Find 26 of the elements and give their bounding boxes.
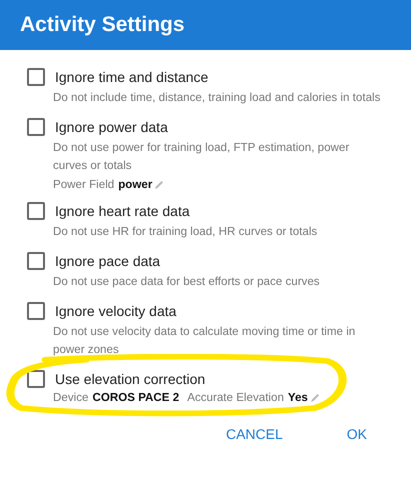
dialog-button[interactable]: OK — [344, 424, 369, 444]
option-label: Ignore heart rate data — [55, 203, 190, 219]
field-label: Power Field — [53, 178, 114, 191]
checkbox[interactable] — [27, 68, 45, 86]
field-value: Yes — [288, 391, 308, 404]
dialog-title: Activity Settings — [20, 13, 185, 37]
option-label: Ignore pace data — [55, 253, 160, 269]
option-description: Do not include time, distance, training load and calories in totals — [53, 90, 382, 106]
option-description: Do not use power for training load, FTP estimation, power curves or totals — [53, 140, 350, 174]
option-label: Ignore power data — [55, 119, 168, 135]
checkbox[interactable] — [27, 252, 45, 270]
field-value: power — [118, 178, 152, 191]
option-label: Ignore velocity data — [55, 303, 176, 319]
option-label: Use elevation correction — [55, 371, 206, 387]
checkbox[interactable] — [27, 118, 45, 136]
option-description: Do not use velocity data to calculate moving time or time in power zones — [53, 324, 356, 358]
field-label: Device — [53, 391, 88, 404]
option-label: Ignore time and distance — [55, 69, 208, 85]
checkbox[interactable] — [27, 370, 45, 388]
checkbox[interactable] — [27, 202, 45, 220]
option-description: Do not use HR for training load, HR curves or totals — [53, 224, 318, 240]
field-value: COROS PACE 2 — [92, 391, 180, 404]
option-description: Do not use pace data for best efforts or pace curves — [53, 274, 321, 290]
field-label: Accurate Elevation — [187, 391, 284, 404]
checkbox[interactable] — [27, 302, 45, 320]
dialog-button[interactable]: CANCEL — [224, 424, 285, 444]
